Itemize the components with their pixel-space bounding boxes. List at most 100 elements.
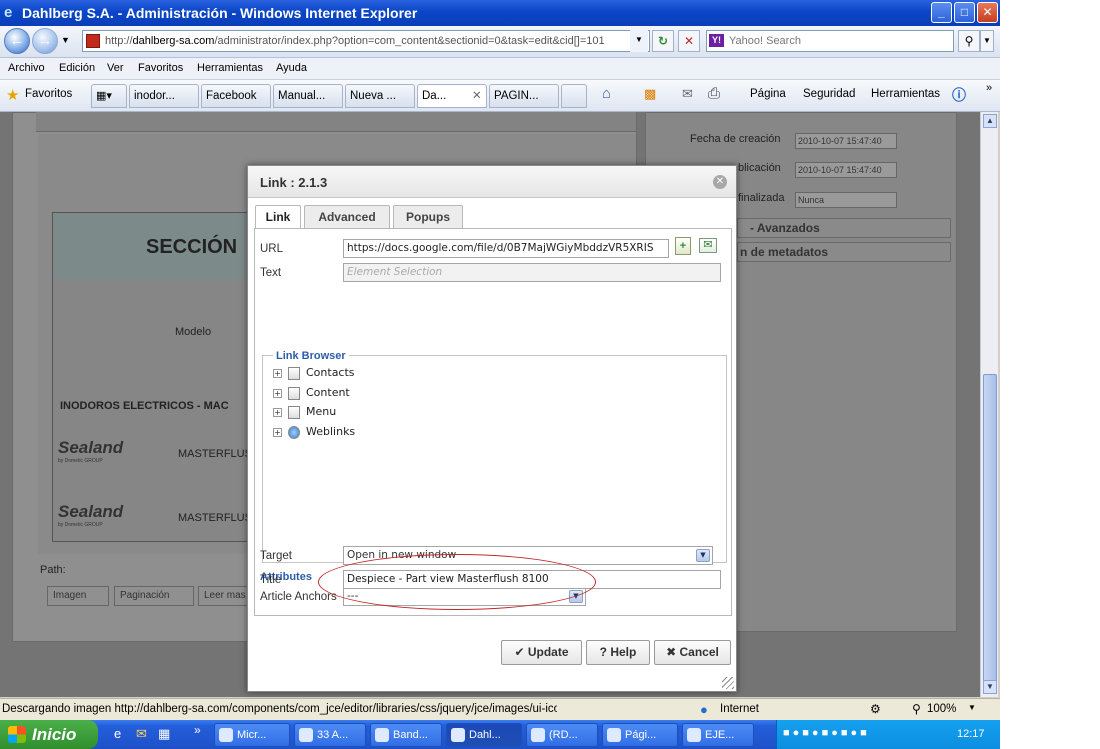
- maximize-button[interactable]: □: [954, 2, 975, 23]
- url-input[interactable]: https://docs.google.com/file/d/0B7MajWGi…: [343, 239, 669, 258]
- task-band[interactable]: Band...: [370, 723, 442, 747]
- forward-button[interactable]: →: [32, 28, 58, 54]
- scroll-down-icon[interactable]: ▼: [983, 680, 997, 694]
- task-33a[interactable]: 33 A...: [294, 723, 366, 747]
- menu-ayuda[interactable]: Ayuda: [276, 62, 307, 74]
- tab-pagina[interactable]: PAGIN...: [489, 84, 559, 108]
- zoom-level[interactable]: 100%: [927, 703, 956, 715]
- home-icon[interactable]: ⌂: [602, 85, 611, 102]
- finalizada-field[interactable]: Nunca: [795, 192, 897, 208]
- tree-item-menu[interactable]: + Menu: [273, 405, 336, 419]
- task-pagi[interactable]: Pági...: [602, 723, 678, 747]
- feeds-icon[interactable]: ▩: [644, 86, 656, 102]
- app-icon: [375, 728, 389, 742]
- app-icon: [607, 728, 621, 742]
- tab-manual[interactable]: Manual...: [273, 84, 343, 108]
- zoom-icon[interactable]: ⚲: [912, 702, 921, 716]
- protected-mode-icon[interactable]: ⚙: [870, 702, 881, 716]
- task-dahl[interactable]: Dahl...: [446, 723, 522, 747]
- leer-mas-button[interactable]: Leer mas: [198, 586, 248, 606]
- address-dropdown-icon[interactable]: ▼: [630, 30, 648, 52]
- search-options-icon[interactable]: ▼: [980, 30, 994, 52]
- tab-close-icon[interactable]: ✕: [472, 85, 482, 107]
- start-button[interactable]: Inicio: [0, 720, 98, 749]
- expand-icon[interactable]: +: [273, 427, 282, 437]
- dialog-close-icon[interactable]: ✕: [713, 175, 727, 189]
- vertical-scrollbar[interactable]: ▲ ▼: [980, 112, 998, 697]
- tree-item-contacts[interactable]: + Contacts: [273, 366, 355, 380]
- security-menu[interactable]: Seguridad: [803, 88, 855, 100]
- task-rd[interactable]: (RD...: [526, 723, 598, 747]
- tab-nueva[interactable]: Nueva ...: [345, 84, 415, 108]
- help-icon[interactable]: ⓘ: [952, 85, 966, 105]
- favorites-star-icon[interactable]: ★: [6, 86, 19, 104]
- mail-icon[interactable]: ✉: [682, 86, 693, 102]
- email-link-icon[interactable]: ✉: [699, 238, 717, 253]
- tab-dahlberg[interactable]: Da... ✕: [417, 84, 487, 108]
- expand-icon[interactable]: +: [273, 388, 282, 398]
- publicacion-field[interactable]: 2010-10-07 15:47:40: [795, 162, 897, 178]
- imagen-button[interactable]: Imagen: [47, 586, 109, 606]
- expand-icon[interactable]: +: [273, 407, 282, 417]
- zoom-dropdown-icon[interactable]: ▼: [968, 703, 976, 712]
- update-button[interactable]: ✔ Update: [501, 640, 582, 665]
- question-icon: ?: [599, 645, 607, 659]
- update-label: Update: [527, 645, 569, 659]
- windows-flag-icon: [8, 726, 26, 743]
- task-eje[interactable]: EJE...: [682, 723, 754, 747]
- stop-icon[interactable]: ✕: [678, 30, 700, 52]
- quicklaunch-mail-icon[interactable]: ✉: [136, 726, 147, 742]
- cancel-button[interactable]: ✖ Cancel: [654, 640, 731, 665]
- menu-favoritos[interactable]: Favoritos: [138, 62, 183, 74]
- back-button[interactable]: ←: [4, 28, 30, 54]
- menu-edicion[interactable]: Edición: [59, 62, 95, 74]
- history-dropdown-icon[interactable]: ▼: [61, 35, 70, 45]
- help-label: Help: [610, 645, 637, 659]
- menu-archivo[interactable]: Archivo: [8, 62, 45, 74]
- tab-inodoros[interactable]: inodor...: [129, 84, 199, 108]
- status-text: Descargando imagen http://dahlberg-sa.co…: [2, 703, 557, 715]
- clock[interactable]: 12:17: [957, 728, 985, 740]
- close-button[interactable]: ✕: [977, 2, 998, 23]
- fecha-creacion-field[interactable]: 2010-10-07 15:47:40: [795, 133, 897, 149]
- tab-link[interactable]: Link: [255, 205, 301, 230]
- page-menu[interactable]: Página: [750, 88, 786, 100]
- tab-label: inodor...: [134, 90, 175, 102]
- metadatos-panel[interactable]: n de metadatos: [737, 242, 951, 262]
- quicklaunch-more-icon[interactable]: »: [194, 723, 201, 737]
- minimize-button[interactable]: _: [931, 2, 952, 23]
- browse-file-icon[interactable]: +: [675, 237, 691, 255]
- tab-popups[interactable]: Popups: [393, 205, 463, 229]
- tab-facebook[interactable]: Facebook: [201, 84, 271, 108]
- tools-menu[interactable]: Herramientas: [871, 88, 940, 100]
- new-tab-button[interactable]: [561, 84, 587, 108]
- quicklaunch-desktop-icon[interactable]: ▦: [158, 726, 170, 742]
- scroll-up-icon[interactable]: ▲: [983, 114, 997, 128]
- quicklaunch-ie-icon[interactable]: e: [114, 726, 121, 741]
- help-button[interactable]: ? Help: [586, 640, 650, 665]
- print-icon[interactable]: ⎙: [708, 85, 720, 102]
- search-icon[interactable]: ⚲: [958, 30, 980, 52]
- address-input[interactable]: http://dahlberg-sa.com/administrator/ind…: [82, 30, 650, 52]
- chevron-down-icon[interactable]: ▼: [696, 549, 710, 562]
- menu-ver[interactable]: Ver: [107, 62, 124, 74]
- task-micr[interactable]: Micr...: [214, 723, 290, 747]
- tray-icons[interactable]: ■●■●■●■●■: [783, 727, 870, 739]
- resize-grip-icon[interactable]: [722, 677, 734, 689]
- scroll-thumb[interactable]: [983, 374, 997, 692]
- quick-tabs-icon[interactable]: ▦▾: [91, 84, 127, 108]
- system-tray: ■●■●■●■●■ 12:17: [776, 720, 1000, 749]
- text-input[interactable]: Element Selection: [343, 263, 721, 282]
- tree-item-weblinks[interactable]: + Weblinks: [273, 425, 355, 439]
- search-input[interactable]: Yahoo! Search: [706, 30, 954, 52]
- avanzados-panel[interactable]: - Avanzados: [737, 218, 951, 238]
- tab-advanced[interactable]: Advanced: [304, 205, 390, 229]
- more-chevron-icon[interactable]: »: [986, 82, 992, 94]
- paginacion-button[interactable]: Paginación: [114, 586, 194, 606]
- task-label: EJE...: [705, 729, 735, 741]
- refresh-icon[interactable]: ↻: [652, 30, 674, 52]
- expand-icon[interactable]: +: [273, 368, 282, 378]
- menu-herramientas[interactable]: Herramientas: [197, 62, 263, 74]
- tree-item-content[interactable]: + Content: [273, 386, 350, 400]
- favorites-button[interactable]: Favoritos: [25, 88, 72, 100]
